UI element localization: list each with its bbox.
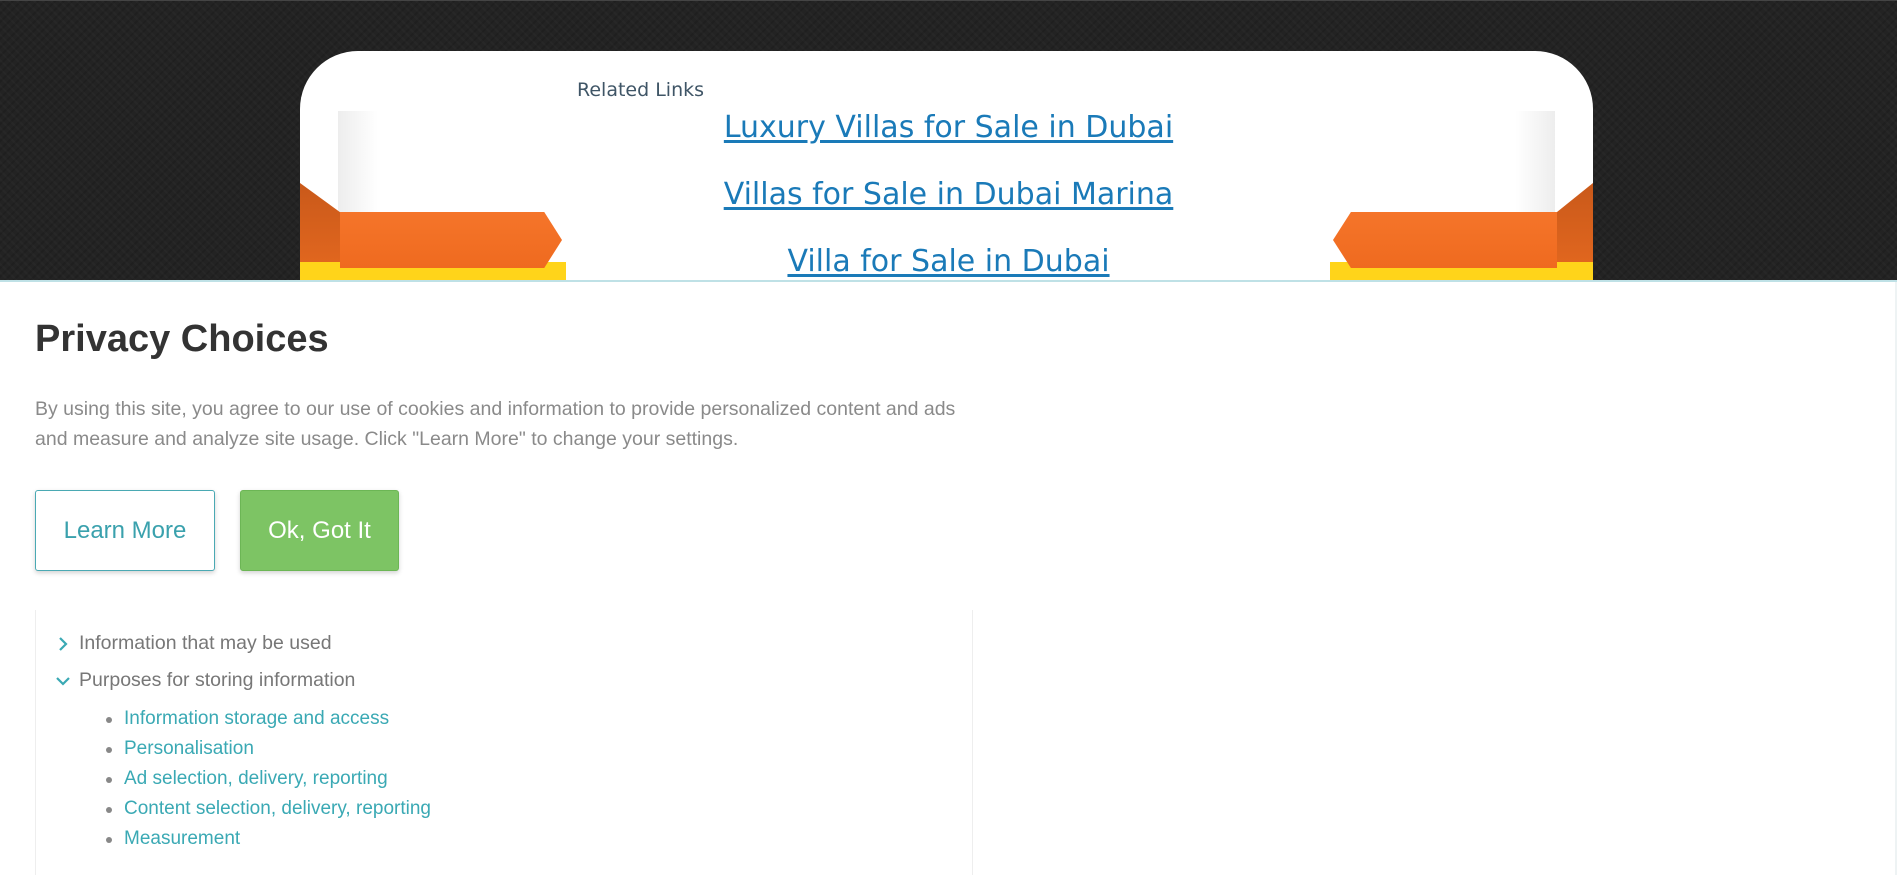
purpose-item-ad-selection[interactable]: Ad selection, delivery, reporting (106, 764, 431, 794)
section-purposes[interactable]: Purposes for storing information (56, 669, 355, 692)
purpose-list: Information storage and access Personali… (106, 704, 431, 854)
related-link-villa-for-sale[interactable]: Villa for Sale in Dubai (0, 244, 1897, 279)
learn-more-button[interactable]: Learn More (35, 490, 215, 571)
related-link-villas-dubai-marina[interactable]: Villas for Sale in Dubai Marina (0, 177, 1897, 212)
privacy-choices-panel: Privacy Choices By using this site, you … (0, 280, 1897, 875)
purpose-item-storage-access[interactable]: Information storage and access (106, 704, 431, 734)
section-label: Information that may be used (79, 632, 332, 654)
section-information-used[interactable]: Information that may be used (56, 632, 332, 655)
privacy-details: Information that may be used Purposes fo… (35, 610, 973, 875)
ok-got-it-button[interactable]: Ok, Got It (240, 490, 399, 571)
purpose-item-measurement[interactable]: Measurement (106, 824, 431, 854)
chevron-down-icon (56, 676, 70, 686)
background-page: Related Links Luxury Villas for Sale in … (0, 0, 1897, 282)
privacy-description: By using this site, you agree to our use… (35, 398, 956, 450)
chevron-right-icon (59, 636, 68, 651)
related-link-luxury-villas[interactable]: Luxury Villas for Sale in Dubai (0, 110, 1897, 145)
related-links-heading: Related Links (577, 79, 705, 101)
section-label: Purposes for storing information (79, 669, 356, 691)
purpose-item-content-selection[interactable]: Content selection, delivery, reporting (106, 794, 431, 824)
purpose-item-personalisation[interactable]: Personalisation (106, 734, 431, 764)
privacy-title: Privacy Choices (35, 318, 329, 360)
